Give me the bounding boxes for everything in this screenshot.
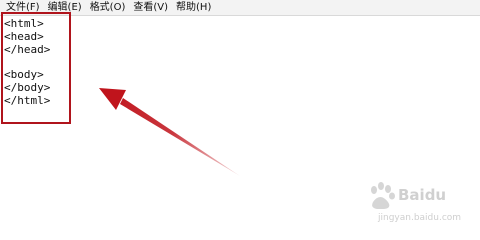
watermark-brand: Baidu	[398, 186, 446, 204]
baidu-watermark: Baidu jingyan.baidu.com	[371, 182, 461, 223]
arrow-head	[99, 88, 126, 110]
notepad-window: 文件(F) 编辑(E) 格式(O) 查看(V) 帮助(H) <html> <he…	[0, 0, 480, 229]
watermark-caption: jingyan.baidu.com	[377, 213, 461, 223]
baidu-paw-logo	[371, 182, 395, 209]
arrow-shaft	[120, 98, 240, 176]
